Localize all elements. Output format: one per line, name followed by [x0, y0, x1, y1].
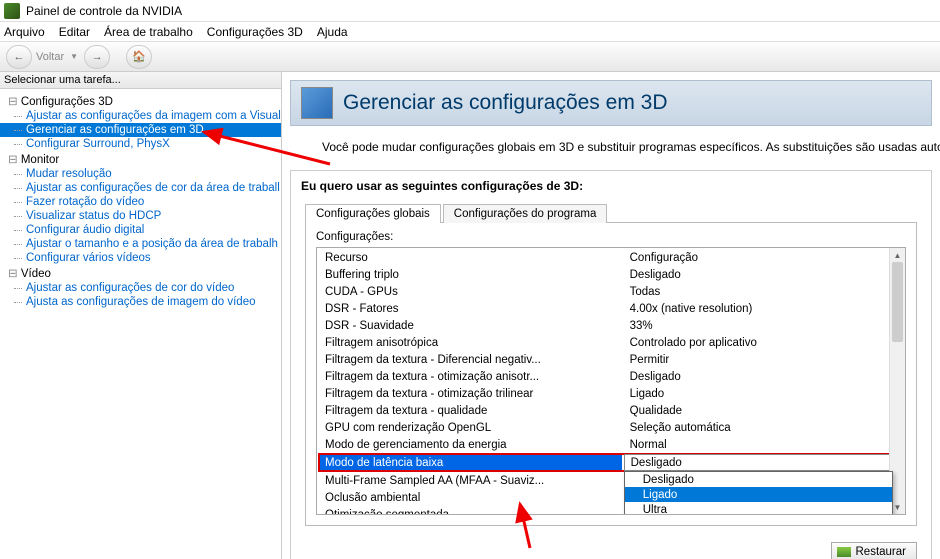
menubar: Arquivo Editar Área de trabalho Configur…	[0, 22, 940, 42]
setting-row[interactable]: DSR - Suavidade33%	[319, 318, 903, 333]
setting-value[interactable]: 33%	[624, 318, 903, 333]
setting-value[interactable]: Desligado	[624, 454, 903, 471]
restore-button[interactable]: Restaurar	[831, 542, 918, 559]
setting-value[interactable]: Desligado	[624, 369, 903, 384]
setting-name: Filtragem da textura - otimização trilin…	[319, 386, 622, 401]
tree-item[interactable]: Visualizar status do HDCP	[0, 209, 281, 223]
scroll-up-icon[interactable]: ▲	[890, 248, 905, 262]
setting-name: Filtragem anisotrópica	[319, 335, 622, 350]
tree-item[interactable]: Configurar Surround, PhysX	[0, 137, 281, 151]
setting-value[interactable]: Ligado	[624, 386, 903, 401]
home-icon: 🏠	[132, 50, 146, 63]
setting-value[interactable]: Qualidade	[624, 403, 903, 418]
tabs: Configurações globais Configurações do p…	[305, 203, 931, 222]
menu-editar[interactable]: Editar	[59, 25, 90, 39]
page-header-icon	[301, 87, 333, 119]
setting-row[interactable]: Modo de gerenciamento da energiaNormal	[319, 437, 903, 452]
tab-program[interactable]: Configurações do programa	[443, 204, 608, 223]
back-label: Voltar	[36, 51, 64, 63]
settings-panel: Eu quero usar as seguintes configurações…	[290, 170, 932, 559]
setting-name: Buffering triplo	[319, 267, 622, 282]
col-header: Configuração	[624, 250, 903, 265]
setting-name: Filtragem da textura - otimização anisot…	[319, 369, 622, 384]
setting-name: DSR - Fatores	[319, 301, 622, 316]
panel-title: Eu quero usar as seguintes configurações…	[291, 171, 931, 203]
dropdown-option[interactable]: Ultra	[625, 502, 892, 515]
tree-item[interactable]: Mudar resolução	[0, 167, 281, 181]
tree-item[interactable]: Configurar vários vídeos	[0, 251, 281, 265]
setting-name: DSR - Suavidade	[319, 318, 622, 333]
tree-category[interactable]: Configurações 3D	[0, 93, 281, 109]
nvidia-app-icon	[4, 3, 20, 19]
setting-row[interactable]: Filtragem da textura - Diferencial negat…	[319, 352, 903, 367]
tree-item[interactable]: Configurar áudio digital	[0, 223, 281, 237]
window-title: Painel de controle da NVIDIA	[26, 4, 182, 18]
config-label: Configurações:	[316, 231, 906, 243]
back-button[interactable]: ←	[6, 45, 32, 69]
tree-category[interactable]: Monitor	[0, 151, 281, 167]
home-button[interactable]: 🏠	[126, 45, 152, 69]
settings-grid-wrap: RecursoConfiguraçãoBuffering triploDesli…	[316, 247, 906, 515]
setting-name: Otimização segmentada	[319, 507, 622, 515]
menu-config-3d[interactable]: Configurações 3D	[207, 25, 303, 39]
toolbar: ← Voltar ▼ → 🏠	[0, 42, 940, 72]
tree-item[interactable]: Ajustar as configurações da imagem com a…	[0, 109, 281, 123]
setting-row[interactable]: CUDA - GPUsTodas	[319, 284, 903, 299]
page-description: Você pode mudar configurações globais em…	[282, 126, 940, 164]
setting-value[interactable]: 4.00x (native resolution)	[624, 301, 903, 316]
tree-item[interactable]: Gerenciar as configurações em 3D	[0, 123, 281, 137]
setting-row[interactable]: Filtragem da textura - otimização anisot…	[319, 369, 903, 384]
tree-item[interactable]: Ajustar o tamanho e a posição da área de…	[0, 237, 281, 251]
setting-name: Modo de latência baixa	[319, 454, 622, 471]
setting-row[interactable]: Filtragem da textura - qualidadeQualidad…	[319, 403, 903, 418]
setting-value[interactable]: Normal	[624, 437, 903, 452]
tree-category[interactable]: Vídeo	[0, 265, 281, 281]
setting-row[interactable]: Filtragem anisotrópicaControlado por apl…	[319, 335, 903, 350]
arrow-left-icon: ←	[14, 51, 25, 63]
value-dropdown[interactable]: DesligadoLigadoUltra	[624, 471, 893, 515]
tree-item[interactable]: Ajustar as configurações de cor do vídeo	[0, 281, 281, 295]
scroll-thumb[interactable]	[892, 262, 903, 342]
dropdown-option[interactable]: Ligado	[625, 487, 892, 502]
menu-arquivo[interactable]: Arquivo	[4, 25, 45, 39]
arrow-right-icon: →	[92, 51, 103, 63]
setting-name: CUDA - GPUs	[319, 284, 622, 299]
setting-name: Oclusão ambiental	[319, 490, 622, 505]
dropdown-arrow-icon[interactable]: ▼	[70, 52, 78, 61]
setting-value[interactable]: Todas	[624, 284, 903, 299]
setting-name: Multi-Frame Sampled AA (MFAA - Suaviz...	[319, 473, 622, 488]
page-header: Gerenciar as configurações em 3D	[290, 80, 932, 126]
setting-row[interactable]: Filtragem da textura - otimização trilin…	[319, 386, 903, 401]
content-area: Gerenciar as configurações em 3D Você po…	[282, 72, 940, 559]
col-header: Recurso	[319, 250, 622, 265]
setting-row[interactable]: Modo de latência baixaDesligado	[319, 454, 903, 471]
setting-name: Filtragem da textura - qualidade	[319, 403, 622, 418]
tree-item[interactable]: Ajustar as configurações de cor da área …	[0, 181, 281, 195]
sidebar: Selecionar uma tarefa... Configurações 3…	[0, 72, 282, 559]
setting-row[interactable]: DSR - Fatores4.00x (native resolution)	[319, 301, 903, 316]
setting-row[interactable]: GPU com renderização OpenGLSeleção autom…	[319, 420, 903, 435]
forward-button[interactable]: →	[84, 45, 110, 69]
menu-ajuda[interactable]: Ajuda	[317, 25, 348, 39]
setting-row[interactable]: Buffering triploDesligado	[319, 267, 903, 282]
setting-name: Filtragem da textura - Diferencial negat…	[319, 352, 622, 367]
dropdown-option[interactable]: Desligado	[625, 472, 892, 487]
setting-name: Modo de gerenciamento da energia	[319, 437, 622, 452]
setting-name: GPU com renderização OpenGL	[319, 420, 622, 435]
setting-value[interactable]: Controlado por aplicativo	[624, 335, 903, 350]
setting-value[interactable]: Desligado	[624, 267, 903, 282]
tab-body: Configurações: RecursoConfiguraçãoBuffer…	[305, 222, 917, 526]
titlebar: Painel de controle da NVIDIA	[0, 0, 940, 22]
setting-value[interactable]: Seleção automática	[624, 420, 903, 435]
setting-value[interactable]: Permitir	[624, 352, 903, 367]
tree-item[interactable]: Ajusta as configurações de imagem do víd…	[0, 295, 281, 309]
page-title: Gerenciar as configurações em 3D	[343, 91, 668, 115]
task-tree: Configurações 3DAjustar as configurações…	[0, 89, 281, 313]
sidebar-header: Selecionar uma tarefa...	[0, 72, 281, 89]
tree-item[interactable]: Fazer rotação do vídeo	[0, 195, 281, 209]
menu-area-trabalho[interactable]: Área de trabalho	[104, 25, 193, 39]
tab-global[interactable]: Configurações globais	[305, 204, 441, 223]
